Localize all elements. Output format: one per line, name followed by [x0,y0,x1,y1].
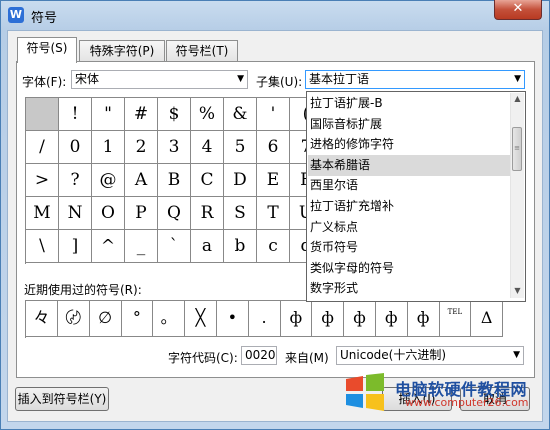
recent-symbol-cell[interactable]: ∅ [89,301,122,337]
close-button[interactable]: ✕ [494,0,542,20]
symbol-cell[interactable]: 0 [59,131,92,164]
chevron-down-icon: ▼ [513,350,520,360]
symbol-cell[interactable]: 2 [125,131,158,164]
subset-option[interactable]: 进格的修饰字符 [308,134,510,155]
symbol-cell[interactable]: > [26,164,59,197]
scroll-up-icon[interactable]: ▲ [511,93,524,105]
subset-option[interactable]: 广义标点 [308,217,510,238]
window-title: 符号 [31,11,58,26]
subset-option[interactable]: 基本希腊语 [308,154,510,176]
symbol-cell[interactable]: & [224,98,257,131]
chevron-down-icon: ▼ [237,74,244,84]
symbol-cell[interactable]: 4 [191,131,224,164]
tab-symbols[interactable]: 符号(S) [17,37,77,63]
symbol-cell[interactable]: N [59,197,92,230]
symbol-cell[interactable]: # [125,98,158,131]
recent-symbol-cell[interactable]: ф [344,301,376,337]
recent-symbol-cell[interactable]: 〄 [57,301,90,337]
symbol-cell[interactable]: ` [158,230,191,263]
symbol-cell[interactable]: " [92,98,125,131]
from-value: Unicode(十六进制) [340,348,447,362]
recent-symbols-label: 近期使用过的符号(R): [24,283,142,297]
recent-symbol-cell[interactable]: • [216,301,249,337]
recent-symbol-cell[interactable]: ╳ [185,301,217,337]
symbol-cell[interactable]: C [191,164,224,197]
subset-option[interactable]: 拉丁语扩充增补 [308,196,510,217]
scroll-down-icon[interactable]: ▼ [511,285,524,297]
symbol-cell[interactable]: _ [125,230,158,263]
tab-symbol-bar[interactable]: 符号栏(T) [166,40,238,62]
subset-label: 子集(U): [256,75,303,89]
symbol-cell[interactable]: B [158,164,191,197]
subset-option[interactable]: 国际音标扩展 [308,114,510,135]
watermark-url: www.computer26.com [405,396,529,409]
scroll-thumb[interactable]: ≡ [512,127,522,171]
symbol-cell[interactable]: M [26,197,59,230]
symbol-cell[interactable]: D [224,164,257,197]
recent-symbol-cell[interactable]: Δ [471,301,504,337]
symbol-cell[interactable]: % [191,98,224,131]
symbol-cell[interactable]: A [125,164,158,197]
windows-logo-watermark-icon [346,373,384,411]
font-label: 字体(F): [22,75,67,89]
tab-special-chars[interactable]: 特殊字符(P) [79,40,165,62]
insert-to-symbol-bar-button[interactable]: 插入到符号栏(Y) [15,387,109,411]
char-code-input[interactable]: 0020 [241,346,277,365]
symbol-cell[interactable]: R [191,197,224,230]
chevron-down-icon: ▼ [514,74,521,84]
symbol-cell[interactable]: ^ [92,230,125,263]
symbol-cell[interactable]: E [257,164,290,197]
symbol-cell[interactable]: ' [257,98,290,131]
recent-symbol-cell[interactable]: ф [375,301,408,337]
symbol-cell[interactable]: b [224,230,257,263]
subset-option[interactable]: 数字形式 [308,278,510,299]
recent-symbol-cell[interactable]: TEL [439,301,472,337]
symbol-cell[interactable]: a [191,230,224,263]
symbol-cell[interactable]: $ [158,98,191,131]
from-select[interactable]: Unicode(十六进制) ▼ [336,346,524,365]
symbol-cell[interactable]: T [257,197,290,230]
recent-symbol-cell[interactable]: 々 [26,301,58,337]
subset-option[interactable]: 西里尔语 [308,175,510,196]
recent-symbol-cell[interactable]: 。 [153,301,186,337]
subset-option[interactable]: 类似字母的符号 [308,258,510,279]
recent-symbol-cell[interactable]: . [248,301,281,337]
symbol-cell[interactable]: Q [158,197,191,230]
symbol-cell[interactable]: ! [59,98,92,131]
char-code-label: 字符代码(C): [168,351,238,365]
symbol-cell[interactable]: @ [92,164,125,197]
font-value: 宋体 [75,72,100,86]
subset-value: 基本拉丁语 [309,72,370,86]
symbol-cell[interactable]: 3 [158,131,191,164]
recent-symbol-cell[interactable]: ° [121,301,154,337]
title-bar: W 符号 [1,1,547,27]
symbol-cell[interactable]: ? [59,164,92,197]
from-label: 来自(M) [285,351,329,365]
subset-dropdown-list: 拉丁语扩展-B 国际音标扩展 进格的修饰字符 基本希腊语 西里尔语 拉丁语扩充增补 广义标点… [306,91,526,302]
symbol-cell[interactable]: 1 [92,131,125,164]
dropdown-scrollbar[interactable]: ▲ ≡ ▼ [510,93,524,298]
symbol-cell[interactable]: 6 [257,131,290,164]
font-select[interactable]: 宋体 ▼ [71,70,248,89]
symbol-grid: !"#$%&'(/01234567>?@ABCDEFMNOPQRSTU\]^_`… [25,97,323,264]
symbol-cell[interactable]: S [224,197,257,230]
symbol-cell[interactable]: / [26,131,59,164]
subset-select[interactable]: 基本拉丁语 ▼ [305,70,525,89]
symbol-cell[interactable]: O [92,197,125,230]
wps-app-icon: W [8,7,24,23]
recent-symbols-row: 々〄 ∅ °。 ╳ •. ф ф ф ф ф TEL Δ [25,300,504,338]
symbol-cell[interactable]: ] [59,230,92,263]
symbol-cell[interactable]: c [257,230,290,263]
subset-option[interactable]: 货币符号 [308,237,510,258]
symbol-cell[interactable] [26,98,59,131]
recent-symbol-cell[interactable]: ф [312,301,345,337]
symbol-cell[interactable]: P [125,197,158,230]
subset-option[interactable]: 拉丁语扩展-B [308,93,510,114]
recent-symbol-cell[interactable]: ф [407,301,440,337]
recent-symbol-cell[interactable]: ф [280,301,313,337]
symbol-cell[interactable]: 5 [224,131,257,164]
symbol-cell[interactable]: \ [26,230,59,263]
